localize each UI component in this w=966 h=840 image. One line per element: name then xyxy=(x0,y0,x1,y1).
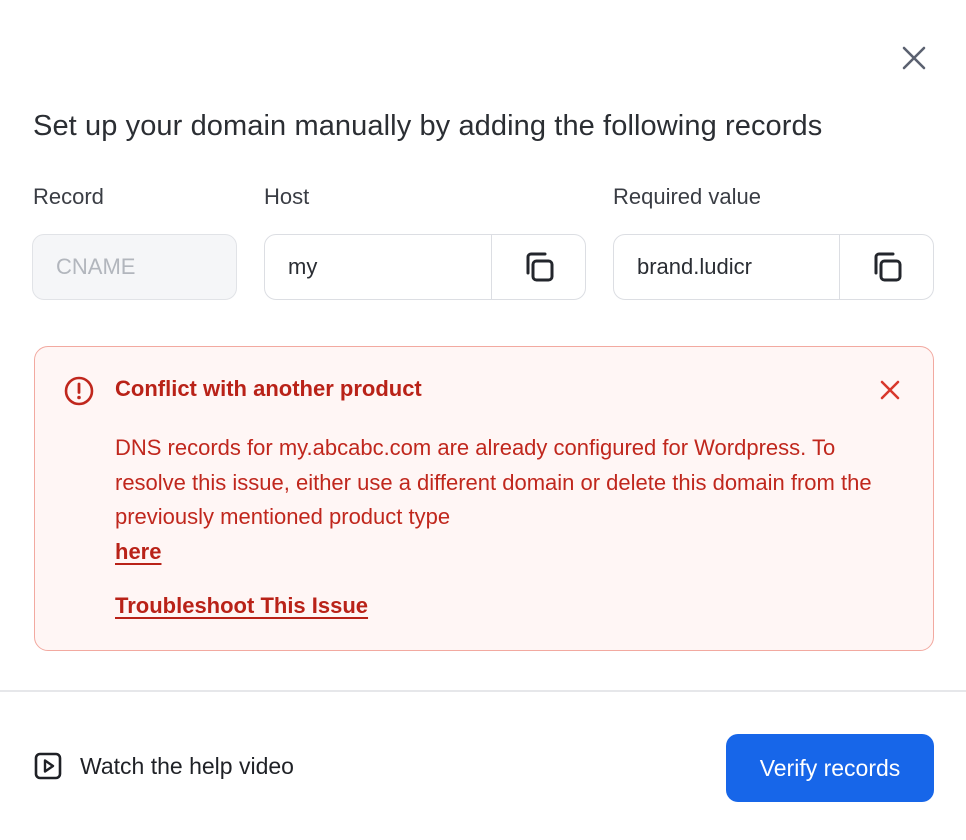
close-dialog-button[interactable] xyxy=(898,42,930,74)
record-type-field: CNAME xyxy=(32,234,237,300)
required-value-field: brand.ludicr xyxy=(613,234,934,300)
help-video-link[interactable]: Watch the help video xyxy=(34,752,294,780)
alert-title: Conflict with another product xyxy=(115,376,422,401)
troubleshoot-link[interactable]: Troubleshoot This Issue xyxy=(115,593,368,619)
host-column-label: Host xyxy=(264,184,310,209)
conflict-alert: Conflict with another product DNS record… xyxy=(34,346,934,651)
record-column-label: Record xyxy=(33,184,104,209)
alert-body-text: DNS records for my.abcabc.com are alread… xyxy=(115,435,872,529)
dismiss-alert-button[interactable] xyxy=(875,375,905,405)
close-icon xyxy=(880,380,900,400)
close-icon xyxy=(902,46,926,70)
required-value-column-label: Required value xyxy=(613,184,761,209)
help-video-label: Watch the help video xyxy=(80,752,294,779)
record-type-value: CNAME xyxy=(56,254,136,279)
play-video-icon xyxy=(34,752,62,780)
copy-host-button[interactable] xyxy=(491,235,585,299)
verify-records-button[interactable]: Verify records xyxy=(726,734,934,802)
dialog-title: Set up your domain manually by adding th… xyxy=(33,110,823,142)
host-value[interactable]: my xyxy=(265,235,491,299)
required-value[interactable]: brand.ludicr xyxy=(614,235,839,299)
here-link[interactable]: here xyxy=(115,539,161,564)
alert-message: DNS records for my.abcabc.com are alread… xyxy=(115,431,875,569)
copy-icon xyxy=(526,252,553,282)
copy-value-button[interactable] xyxy=(839,235,933,299)
copy-icon xyxy=(874,252,901,282)
footer-divider xyxy=(0,690,966,692)
host-field: my xyxy=(264,234,586,300)
alert-circle-icon xyxy=(64,376,94,406)
